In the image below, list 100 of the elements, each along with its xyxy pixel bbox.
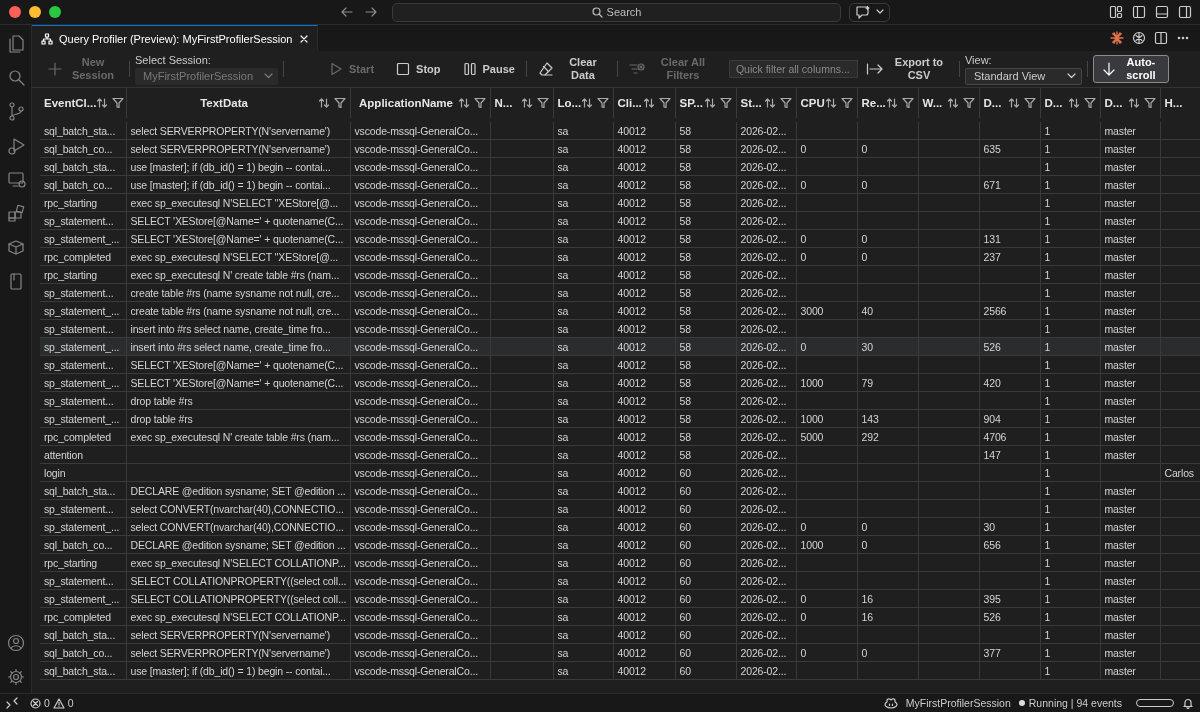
sort-icon[interactable] [946, 97, 959, 109]
table-cell: vscode-mssql-GeneralCo... [354, 376, 478, 389]
column-header[interactable]: D... [1044, 97, 1063, 109]
table-cell: 1 [1044, 268, 1051, 281]
table-cell: exec sp_executesql N' create table #rs (nam... [130, 268, 340, 281]
secondary-sidebar-toggle-icon[interactable] [1178, 5, 1192, 19]
filter-icon[interactable] [779, 97, 792, 109]
remote-monitor-icon[interactable] [5, 169, 26, 189]
column-header[interactable]: N... [494, 97, 513, 109]
table-cell: master [1104, 196, 1136, 209]
table-cell: 1 [1044, 286, 1051, 299]
window-control[interactable] [29, 6, 41, 18]
filter-icon[interactable] [597, 97, 610, 109]
filter-icon[interactable] [333, 97, 346, 109]
copilot-icon[interactable] [883, 697, 898, 709]
sort-icon[interactable] [520, 97, 533, 109]
table-cell: 40012 [617, 358, 646, 371]
window-control[interactable] [9, 6, 21, 18]
sort-icon[interactable] [1127, 97, 1140, 109]
column-header[interactable]: W... [922, 97, 943, 109]
problems-indicator[interactable]: 0 0 [30, 697, 74, 709]
toolbar-button[interactable]: Clear Data [531, 53, 612, 85]
close-icon[interactable] [298, 33, 309, 44]
knot-icon[interactable] [1132, 31, 1146, 45]
settings-icon[interactable] [5, 667, 26, 687]
forward-arrow-icon[interactable] [364, 5, 378, 19]
filter-icon[interactable] [840, 97, 853, 109]
column-header[interactable]: D... [1104, 97, 1123, 109]
toolbar-button[interactable]: Export to CSV [859, 53, 954, 85]
starburst-icon[interactable] [1110, 31, 1124, 45]
chat-button[interactable] [849, 2, 890, 22]
toolbar-button[interactable]: Stop [390, 53, 447, 85]
table-cell: 58 [679, 214, 691, 227]
dropdown[interactable]: Standard View [964, 67, 1082, 85]
split-editor-icon[interactable] [1154, 31, 1168, 45]
column-header[interactable]: D... [983, 97, 1002, 109]
account-icon[interactable] [5, 633, 26, 653]
down-arrow-icon [1101, 62, 1116, 76]
column-header[interactable]: Re... [861, 97, 886, 109]
remote-icon[interactable] [6, 697, 18, 709]
filter-field[interactable]: Quick filter all columns... [728, 60, 858, 78]
sort-icon[interactable] [1067, 97, 1080, 109]
sort-icon[interactable] [703, 97, 716, 109]
sort-icon[interactable] [824, 97, 837, 109]
sort-icon[interactable] [763, 97, 776, 109]
column-header[interactable]: Cli... [617, 97, 642, 109]
table-cell: 1 [1044, 376, 1051, 389]
column-header[interactable]: CPU [800, 97, 825, 109]
sort-icon[interactable] [317, 97, 330, 109]
table-cell: master [1104, 394, 1136, 407]
search-field[interactable]: Search [392, 2, 841, 22]
package-box-icon[interactable] [5, 237, 26, 257]
sort-icon[interactable] [642, 97, 655, 109]
column-header[interactable]: St... [740, 97, 762, 109]
column-header[interactable]: ApplicationName [354, 97, 458, 109]
sort-icon[interactable] [457, 97, 470, 109]
tab-title: Query Profiler (Preview): MyFirstProfilerSession [59, 32, 293, 45]
filter-icon[interactable] [719, 97, 732, 109]
column-header[interactable]: TextData [130, 97, 318, 109]
editor-tab[interactable]: Query Profiler (Preview): MyFirstProfilerSession [32, 25, 318, 51]
session-name[interactable]: MyFirstProfilerSession [905, 697, 1011, 709]
sort-icon[interactable] [1007, 97, 1020, 109]
filter-icon[interactable] [473, 97, 486, 109]
filter-icon[interactable] [962, 97, 975, 109]
table-cell: SELECT 'XEStore[@Name=' + quotename(C... [130, 376, 344, 389]
filter-icon[interactable] [1143, 97, 1156, 109]
filter-icon[interactable] [658, 97, 671, 109]
column-header[interactable]: EventCl... [44, 97, 97, 109]
filter-icon[interactable] [901, 97, 914, 109]
table-cell: vscode-mssql-GeneralCo... [354, 322, 478, 335]
table-cell: 1 [1044, 610, 1051, 623]
back-arrow-icon[interactable] [340, 5, 354, 19]
filter-icon[interactable] [1083, 97, 1096, 109]
filter-icon[interactable] [112, 97, 125, 109]
table-cell: 58 [679, 358, 691, 371]
table-cell: master [1104, 502, 1136, 515]
table-cell: 0 [861, 520, 868, 533]
table-cell: vscode-mssql-GeneralCo... [354, 646, 478, 659]
column-header[interactable]: SP... [679, 97, 703, 109]
column-header[interactable]: Lo... [557, 97, 582, 109]
table-cell: master [1104, 286, 1136, 299]
extensions-icon[interactable] [5, 203, 26, 223]
sidebar-toggle-icon[interactable] [1132, 5, 1146, 19]
table-cell: vscode-mssql-GeneralCo... [354, 124, 478, 137]
hierarchy-icon [41, 32, 53, 45]
toolbar-button[interactable]: Pause [456, 53, 521, 85]
table-cell: vscode-mssql-GeneralCo... [354, 268, 478, 281]
sort-icon[interactable] [885, 97, 898, 109]
filter-icon[interactable] [536, 97, 549, 109]
auto-scroll-toggle[interactable]: Auto-scroll [1092, 55, 1169, 83]
filter-icon[interactable] [1023, 97, 1036, 109]
panel-toggle-icon[interactable] [1155, 5, 1169, 19]
bell-icon[interactable] [1182, 697, 1194, 709]
layout-icon[interactable] [1109, 5, 1123, 19]
table-cell: 58 [679, 394, 691, 407]
sort-icon[interactable] [581, 97, 594, 109]
sort-icon[interactable] [96, 97, 109, 109]
window-control[interactable] [49, 6, 61, 18]
table-cell: use [master]; if (db_id() = 1) begin -- contai... [130, 664, 331, 677]
column-header[interactable]: H... [1164, 97, 1183, 109]
